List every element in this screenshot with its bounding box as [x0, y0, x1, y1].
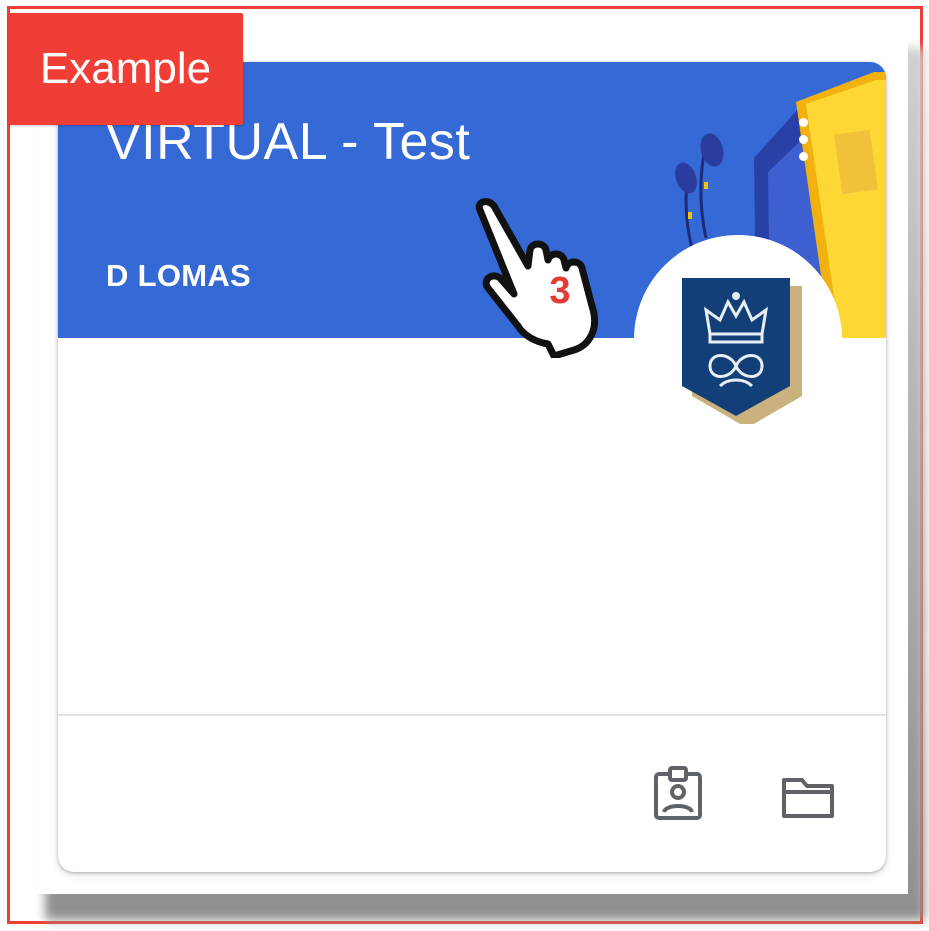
more-options-icon[interactable] — [793, 116, 813, 164]
teacher-name: D LOMAS — [106, 258, 252, 293]
class-card[interactable]: VIRTUAL - Test D LOMAS — [58, 62, 886, 872]
crest-icon — [682, 278, 802, 424]
assignment-ind-icon[interactable] — [650, 766, 706, 822]
example-badge: Example — [8, 13, 243, 125]
card-divider — [58, 714, 886, 716]
folder-icon[interactable] — [780, 768, 836, 824]
step-number: 3 — [549, 270, 571, 312]
example-label: Example — [39, 44, 212, 93]
